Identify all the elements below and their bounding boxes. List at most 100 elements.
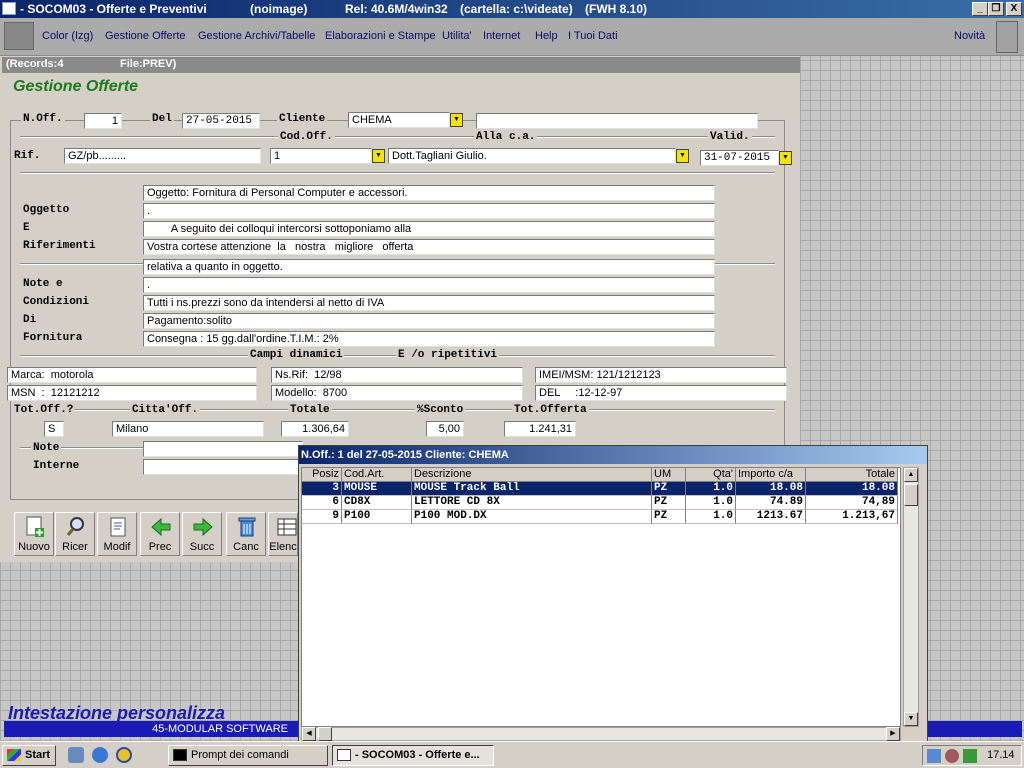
- col-header-codart[interactable]: Cod.Art.: [342, 468, 412, 482]
- scroll-down-icon[interactable]: ▼: [904, 712, 918, 726]
- menu-internet[interactable]: Internet: [483, 30, 520, 42]
- menu-color[interactable]: Color (Izg): [42, 30, 93, 42]
- label-fornitura: Fornitura: [21, 332, 85, 344]
- media-player-icon[interactable]: [116, 747, 132, 763]
- dyn-marca[interactable]: Marca: motorola: [7, 367, 257, 383]
- task-prompt[interactable]: Prompt dei comandi: [168, 745, 328, 766]
- testo-line-5[interactable]: relativa a quanto in oggetto.: [143, 259, 715, 275]
- cell-codart: CD8X: [342, 496, 412, 510]
- minimize-button[interactable]: _: [972, 2, 988, 16]
- modif-button[interactable]: Modif: [97, 512, 137, 556]
- scroll-up-icon[interactable]: ▲: [904, 468, 918, 482]
- restore-button[interactable]: ❐: [988, 2, 1004, 16]
- col-header-posiz[interactable]: Posiz: [302, 468, 342, 482]
- rif-field[interactable]: GZ/pb.........: [64, 148, 261, 164]
- window-icon: [337, 749, 351, 761]
- dialog-title: N.Off.: 1 del 27-05-2015 Cliente: CHEMA: [299, 446, 927, 464]
- cliente-desc-field[interactable]: [476, 113, 758, 129]
- close-button[interactable]: X: [1006, 2, 1022, 16]
- citta-field[interactable]: Milano: [112, 421, 264, 437]
- col-header-um[interactable]: UM: [652, 468, 686, 482]
- totoff-field[interactable]: S: [44, 421, 64, 437]
- testo-line-2[interactable]: .: [143, 203, 715, 219]
- totofferta-field[interactable]: 1.241,31: [504, 421, 576, 437]
- cliente-dropdown-icon[interactable]: ▼: [450, 113, 463, 127]
- codoff-dropdown-icon[interactable]: ▼: [372, 149, 385, 163]
- col-header-qta[interactable]: Qta': [686, 468, 736, 482]
- security-icon[interactable]: [945, 749, 959, 763]
- scroll-right-icon[interactable]: ▶: [886, 727, 900, 741]
- menu-tuoi-dati[interactable]: I Tuoi Dati: [568, 30, 618, 42]
- cell-um: PZ: [652, 496, 686, 510]
- label-e: E: [21, 222, 32, 234]
- task-socom-label: - SOCOM03 - Offerte e...: [355, 749, 480, 761]
- ie-icon[interactable]: [92, 747, 108, 763]
- dyn-nsrif[interactable]: Ns.Rif: 12/98: [271, 367, 523, 383]
- title-info-fwh: (FWH 8.10): [585, 2, 648, 16]
- menu-utilita[interactable]: Utilita': [442, 30, 472, 42]
- edit-document-icon: [110, 517, 126, 537]
- cell-posiz: 9: [302, 510, 342, 524]
- task-socom[interactable]: - SOCOM03 - Offerte e...: [332, 745, 494, 766]
- interne-field[interactable]: [143, 459, 303, 475]
- sconto-field[interactable]: 5,00: [426, 421, 464, 437]
- alla-field[interactable]: Dott.Tagliani Giulio.: [388, 148, 676, 164]
- cell-descrizione: P100 MOD.DX: [412, 510, 652, 524]
- menu-gestione-offerte[interactable]: Gestione Offerte: [105, 30, 186, 42]
- scroll-thumb[interactable]: [904, 484, 918, 506]
- cond-line-3[interactable]: Pagamento:solito: [143, 313, 715, 329]
- menu-elaborazioni[interactable]: Elaborazioni e Stampe: [325, 30, 436, 42]
- menu-help[interactable]: Help: [535, 30, 558, 42]
- alla-dropdown-icon[interactable]: ▼: [676, 149, 689, 163]
- ricer-button[interactable]: Ricer: [55, 512, 95, 556]
- scroll-left-icon[interactable]: ◀: [302, 727, 316, 741]
- col-header-importo[interactable]: Importo c/a: [736, 468, 806, 482]
- nuovo-button[interactable]: Nuovo: [14, 512, 54, 556]
- col-header-totale[interactable]: Totale: [806, 468, 898, 482]
- network-icon[interactable]: [927, 749, 941, 763]
- valid-field[interactable]: 31-07-2015: [700, 150, 779, 166]
- app-icon: [2, 2, 16, 15]
- update-icon[interactable]: [963, 749, 977, 763]
- label-condizioni: Condizioni: [21, 296, 92, 308]
- col-header-descrizione[interactable]: Descrizione: [412, 468, 652, 482]
- menu-novita[interactable]: Novità: [954, 30, 985, 42]
- testo-line-4[interactable]: Vostra cortese attenzione la nostra migl…: [143, 239, 715, 255]
- dyn-imei[interactable]: IMEI/MSM: 121/1212123: [535, 367, 787, 383]
- valid-dropdown-icon[interactable]: ▼: [779, 151, 792, 165]
- app-logo-icon[interactable]: [4, 22, 34, 50]
- cond-line-1[interactable]: .: [143, 277, 715, 293]
- cliente-field[interactable]: CHEMA: [348, 112, 450, 128]
- cell-totale: 18.08: [806, 482, 898, 496]
- task-prompt-label: Prompt dei comandi: [191, 749, 289, 761]
- prec-button[interactable]: Prec: [140, 512, 180, 556]
- canc-button[interactable]: Canc: [226, 512, 266, 556]
- prec-label: Prec: [148, 541, 172, 553]
- succ-button[interactable]: Succ: [182, 512, 222, 556]
- codoff-field[interactable]: 1: [270, 148, 372, 164]
- desktop-icon[interactable]: [68, 747, 84, 763]
- offer-lines-grid[interactable]: Posiz Cod.Art. Descrizione UM Qta' Impor…: [301, 467, 901, 727]
- totale-field[interactable]: 1.306,64: [281, 421, 349, 437]
- date-field[interactable]: 27-05-2015: [182, 113, 260, 129]
- elenc-button[interactable]: Elenc: [268, 512, 298, 556]
- start-button[interactable]: Start: [2, 745, 56, 766]
- menu-gestione-archivi[interactable]: Gestione Archivi/Tabelle: [198, 30, 315, 42]
- cell-totale: 74,89: [806, 496, 898, 510]
- label-oggetto: Oggetto: [21, 204, 72, 216]
- cond-line-2[interactable]: Tutti i ns.prezzi sono da intendersi al …: [143, 295, 715, 311]
- dyn-msn[interactable]: MSN : 12121212: [7, 385, 257, 401]
- note-field[interactable]: [143, 441, 303, 457]
- dyn-modello[interactable]: Modello: 8700: [271, 385, 523, 401]
- testo-line-1[interactable]: Oggetto: Fornitura di Personal Computer …: [143, 185, 715, 201]
- horizontal-scrollbar[interactable]: ◀ ▶: [301, 727, 901, 741]
- cell-codart: P100: [342, 510, 412, 524]
- cond-line-4[interactable]: Consegna : 15 gg.dall'ordine.T.I.M.: 2%: [143, 331, 715, 347]
- hscroll-thumb[interactable]: [318, 727, 332, 741]
- vertical-scrollbar[interactable]: ▲ ▼: [903, 467, 919, 727]
- novita-icon[interactable]: [996, 21, 1018, 53]
- noff-field[interactable]: 1: [84, 113, 122, 129]
- testo-line-3[interactable]: A seguito dei colloqui intercorsi sottop…: [143, 221, 715, 237]
- dyn-del[interactable]: DEL :12-12-97: [535, 385, 787, 401]
- nuovo-label: Nuovo: [18, 541, 50, 553]
